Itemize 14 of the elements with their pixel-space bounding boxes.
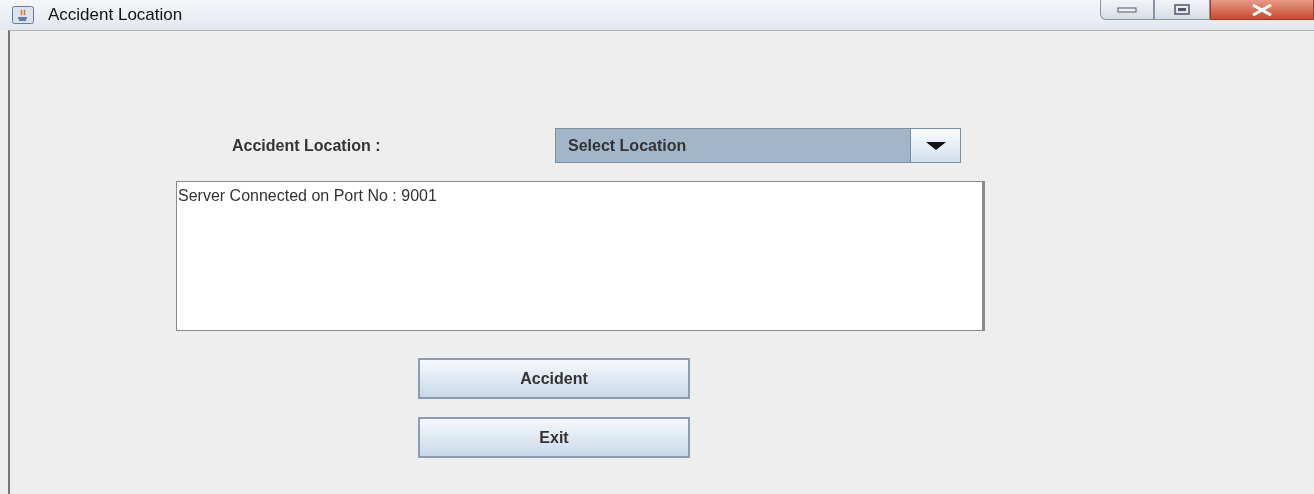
maximize-icon	[1174, 4, 1190, 15]
minimize-button[interactable]	[1100, 0, 1154, 20]
minimize-icon	[1117, 6, 1137, 13]
log-area[interactable]: Server Connected on Port No : 9001	[176, 181, 985, 331]
accident-button[interactable]: Accident	[418, 358, 690, 399]
dropdown-arrow-icon	[925, 141, 946, 150]
maximize-button[interactable]	[1154, 0, 1210, 20]
window-title: Accident Location	[48, 4, 183, 27]
close-button[interactable]	[1210, 0, 1314, 20]
location-dropdown[interactable]: Select Location	[555, 128, 961, 163]
close-icon	[1251, 3, 1273, 16]
location-label: Accident Location :	[232, 135, 382, 156]
java-cup-icon	[12, 6, 34, 24]
exit-button[interactable]: Exit	[418, 417, 690, 458]
